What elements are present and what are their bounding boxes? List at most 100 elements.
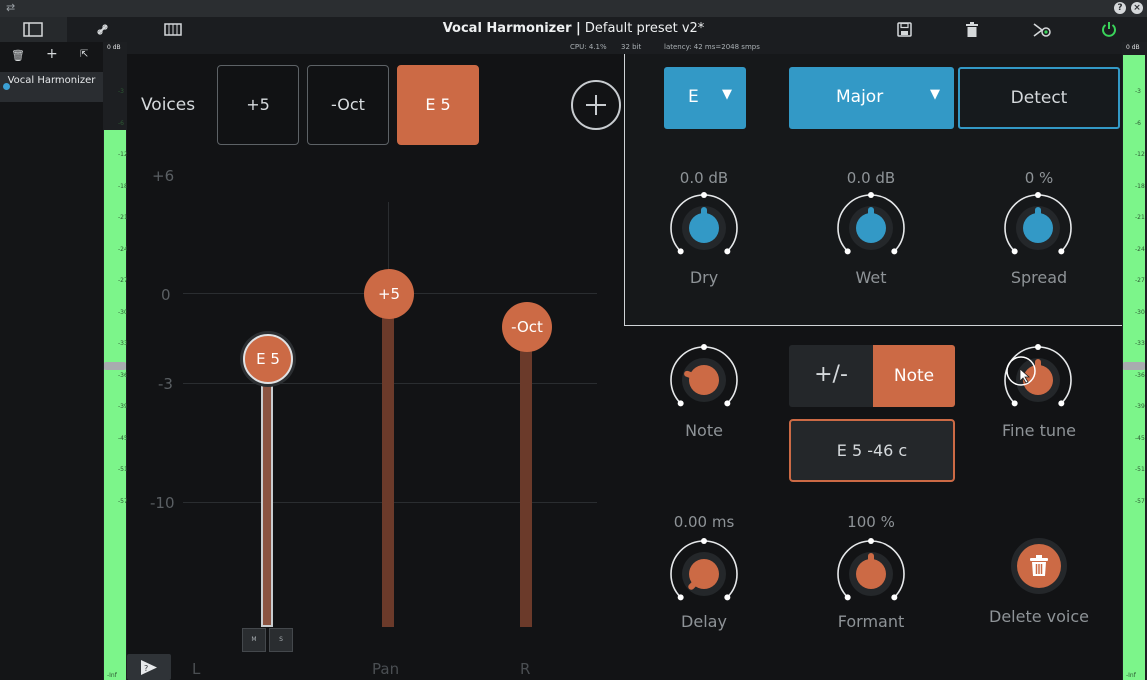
pan-label-left: L: [192, 660, 201, 678]
meter-scale-label: -27: [1135, 277, 1145, 284]
meter-scale-label: -12: [1135, 151, 1145, 158]
knob-max-dot: [724, 400, 731, 407]
meter-scale-label: -45: [1135, 434, 1145, 442]
voice-button-oct-down[interactable]: -Oct: [307, 65, 389, 145]
knob-min-dot: [1011, 400, 1018, 407]
formant-value: 100 %: [847, 513, 895, 531]
meter-scale-label: -57: [1135, 497, 1145, 505]
meter-scale-label: -36: [1135, 371, 1145, 379]
meter-bottom-label: -Inf: [107, 672, 117, 679]
pan-label-right: R: [520, 660, 531, 678]
note-display[interactable]: E 5 -46 c: [789, 419, 955, 482]
scale-dropdown[interactable]: Major ▼: [789, 67, 954, 129]
bit-depth-readout: 32 bit: [621, 43, 642, 51]
output-gain-handle[interactable]: [1123, 362, 1145, 370]
scale-value: Major: [836, 87, 884, 107]
delete-voice-button[interactable]: [1011, 538, 1067, 594]
note-knob-label: Note: [685, 421, 723, 440]
chevron-down-icon: ▼: [722, 87, 732, 102]
export-icon[interactable]: ⇱: [80, 49, 88, 60]
status-bar: CPU: 4.1% 32 bit latency: 42 ms=2048 smp…: [103, 42, 1147, 54]
voice-fader-track[interactable]: [261, 359, 273, 627]
delay-value: 0.00 ms: [673, 513, 735, 531]
formant-knob[interactable]: [835, 538, 907, 610]
trash-icon: [1030, 555, 1048, 576]
voice-button-e5[interactable]: E 5: [397, 65, 479, 145]
knob-min-dot: [677, 594, 684, 601]
add-voice-button[interactable]: [571, 80, 621, 130]
relative-mode-button[interactable]: +/-: [789, 345, 873, 407]
delay-knob[interactable]: [668, 538, 740, 610]
meter-scale-label: -39: [1135, 403, 1145, 410]
fine-tune-label: Fine tune: [1002, 421, 1076, 440]
voice-fader-track[interactable]: [520, 326, 532, 627]
mute-button[interactable]: M: [242, 628, 266, 652]
meter-scale-label: -3: [118, 88, 124, 95]
meter-scale-label: -33: [1135, 340, 1145, 347]
toolbar: Vocal Harmonizer | Default preset v2*: [0, 17, 1147, 42]
voice-button-plus5[interactable]: +5: [217, 65, 299, 145]
link-icon[interactable]: [97, 24, 108, 35]
knob-center-dot: [701, 344, 707, 350]
meter-scale-label: -30: [1135, 308, 1145, 316]
spread-label: Spread: [1010, 268, 1068, 287]
plugin-chain-sidebar: 🗑 + ⇱: [0, 42, 103, 680]
knob-min-dot: [844, 594, 851, 601]
knob-center-dot: [868, 538, 874, 544]
sidebar-toggle-button[interactable]: [0, 17, 67, 42]
db-label-plus6: +6: [152, 167, 175, 185]
close-icon[interactable]: ×: [1131, 2, 1143, 14]
fine-tune-knob[interactable]: [1002, 344, 1074, 416]
routing-icon[interactable]: [1032, 21, 1052, 38]
note-knob[interactable]: [668, 344, 740, 416]
preset-name[interactable]: Default preset v2*: [581, 21, 704, 36]
dry-knob[interactable]: [668, 192, 740, 264]
swap-icon[interactable]: ⇄: [6, 1, 15, 14]
knob-max-dot: [891, 594, 898, 601]
voice-fader-track[interactable]: [382, 294, 394, 627]
detect-key-button[interactable]: Detect: [958, 67, 1120, 129]
input-gain-handle[interactable]: [104, 362, 126, 370]
meter-scale-label: -6: [118, 119, 124, 127]
knob-max-dot: [891, 248, 898, 255]
knob-min-dot: [677, 248, 684, 255]
solo-button[interactable]: S: [269, 628, 293, 652]
help-button[interactable]: ?: [127, 654, 171, 680]
piano-icon[interactable]: [164, 23, 182, 36]
knob-indicator: [688, 578, 700, 590]
add-plugin-icon[interactable]: +: [46, 46, 58, 62]
wet-value: 0.0 dB: [846, 169, 896, 187]
voice-fader-knob[interactable]: E 5: [243, 334, 293, 385]
help-icon[interactable]: ?: [1114, 2, 1126, 14]
trash-icon[interactable]: [966, 22, 978, 37]
voice-fader-knob[interactable]: +5: [364, 269, 414, 319]
spread-knob[interactable]: [1002, 192, 1074, 264]
plugin-active-indicator[interactable]: [3, 83, 10, 90]
knob-max-dot: [1058, 400, 1065, 407]
plus-icon: [586, 95, 606, 115]
plugin-list-item[interactable]: Vocal Harmonizer: [0, 72, 103, 102]
play-help-icon: ?: [141, 660, 157, 675]
delete-plugin-icon[interactable]: 🗑: [11, 49, 25, 62]
knob-min-dot: [677, 400, 684, 407]
voices-label: Voices: [141, 95, 196, 115]
delay-label: Delay: [681, 612, 727, 631]
meter-scale-label: -3: [1135, 88, 1141, 95]
meter-scale-label: -6: [1135, 119, 1141, 127]
meter-bottom-label: -Inf: [1126, 672, 1136, 679]
output-meter-top-label: 0 dB: [1126, 44, 1140, 51]
dry-label: Dry: [689, 268, 719, 287]
save-icon[interactable]: [897, 22, 912, 37]
knob-min-dot: [844, 248, 851, 255]
knob-min-dot: [1011, 248, 1018, 255]
knob-max-dot: [1058, 248, 1065, 255]
delete-voice-circle: [1017, 544, 1061, 588]
power-icon[interactable]: [1101, 21, 1117, 37]
input-meter-top-label: 0 dB: [107, 44, 121, 51]
db-label-minus10: -10: [150, 494, 175, 512]
key-root-value: E: [688, 87, 699, 107]
wet-knob[interactable]: [835, 192, 907, 264]
voice-fader-knob[interactable]: -Oct: [502, 301, 552, 352]
key-root-dropdown[interactable]: E ▼: [664, 67, 746, 129]
note-mode-button[interactable]: Note: [873, 345, 955, 407]
